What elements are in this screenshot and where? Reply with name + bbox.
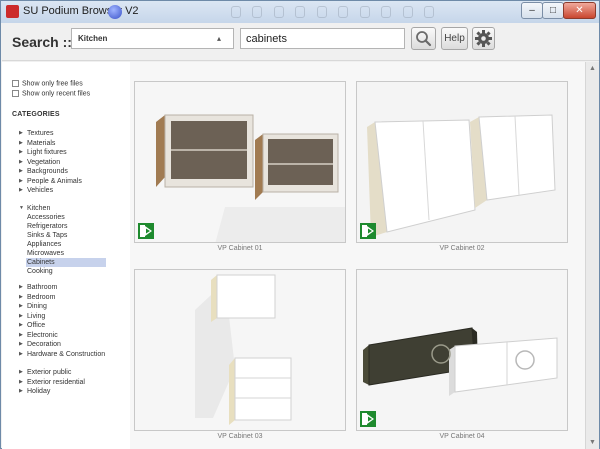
updown-arrows-icon: ▴ — [216, 34, 221, 43]
subcategory-cooking[interactable]: Cooking — [27, 267, 53, 276]
cabinet-03-render — [135, 270, 345, 430]
subcategory-refrigerators[interactable]: Refrigerators — [27, 222, 67, 231]
free-files-label: Show only free files — [22, 80, 83, 88]
expand-arrow-icon: ▶ — [19, 331, 23, 338]
thumbnail-label: VP Cabinet 04 — [439, 433, 485, 440]
close-button[interactable]: ✕ — [563, 2, 596, 19]
expand-arrow-icon: ▶ — [19, 388, 23, 394]
subcategory-appliances[interactable]: Appliances — [27, 240, 61, 249]
help-button[interactable]: Help — [441, 27, 468, 50]
faint-tool-icon — [338, 6, 349, 18]
expand-arrow-icon: ▶ — [19, 293, 23, 300]
expand-arrow-icon: ▶ — [19, 303, 23, 309]
search-label: Search :: — [12, 34, 72, 50]
search-button[interactable] — [411, 27, 436, 50]
podium-orb-icon — [108, 5, 122, 19]
browser-window: SU Podium Browser V2 – □ ✕ Search :: Kit… — [0, 0, 600, 449]
thumbnail-label: VP Cabinet 02 — [439, 245, 485, 252]
faint-tool-icon — [231, 6, 241, 18]
expand-arrow-icon: ▶ — [19, 341, 23, 347]
subcategory-sinks-taps[interactable]: Sinks & Taps — [27, 231, 67, 240]
faint-tool-icon — [295, 6, 306, 18]
collapse-arrow-icon: ▼ — [19, 205, 24, 211]
faint-tool-icon — [273, 6, 284, 18]
add-to-model-icon[interactable] — [360, 411, 376, 427]
faint-tool-icon — [252, 6, 263, 18]
expand-arrow-icon: ▶ — [19, 284, 23, 290]
expand-arrow-icon: ▶ — [19, 322, 23, 328]
thumbnail-vp-cabinet-02[interactable] — [356, 81, 568, 243]
thumbnail-vp-cabinet-04[interactable] — [356, 269, 568, 431]
title-bar[interactable]: SU Podium Browser V2 – □ ✕ — [1, 1, 599, 36]
search-input[interactable] — [240, 28, 405, 49]
app-logo-icon — [6, 5, 19, 18]
vertical-scrollbar[interactable]: ▲ ▼ — [585, 62, 599, 449]
thumbnail-vp-cabinet-01[interactable] — [134, 81, 346, 243]
checkbox-box[interactable] — [12, 80, 19, 87]
expand-arrow-icon: ▶ — [19, 130, 23, 136]
faint-tool-icon — [424, 6, 435, 18]
expand-arrow-icon: ▶ — [19, 158, 23, 165]
thumbnail-label: VP Cabinet 03 — [217, 433, 263, 440]
maximize-button[interactable]: □ — [542, 2, 564, 19]
category-panel: Show only free files Show only recent fi… — [2, 62, 130, 449]
expand-arrow-icon: ▶ — [19, 378, 23, 385]
add-to-model-icon[interactable] — [360, 223, 376, 239]
expand-arrow-icon: ▶ — [19, 312, 23, 319]
expand-arrow-icon: ▶ — [19, 177, 23, 184]
faint-tool-icon — [359, 6, 370, 18]
category-dropdown[interactable]: Kitchen ▴ — [71, 28, 234, 49]
cabinet-02-render — [357, 82, 567, 242]
categories-heading: CATEGORIES — [12, 111, 60, 118]
checkbox-box[interactable] — [12, 90, 19, 97]
subcategory-microwaves[interactable]: Microwaves — [27, 249, 64, 258]
category-dropdown-value: Kitchen — [78, 34, 108, 43]
minimize-button[interactable]: – — [521, 2, 543, 19]
scroll-down-arrow-icon[interactable]: ▼ — [589, 439, 596, 446]
magnifier-icon — [416, 31, 432, 47]
background-toolbar — [231, 5, 451, 36]
recent-files-label: Show only recent files — [22, 90, 91, 98]
expand-arrow-icon: ▶ — [19, 139, 23, 146]
gear-icon — [475, 30, 492, 47]
scroll-up-arrow-icon[interactable]: ▲ — [589, 65, 596, 72]
expand-arrow-icon: ▶ — [19, 187, 23, 193]
thumbnail-label: VP Cabinet 01 — [217, 245, 263, 252]
expand-arrow-icon: ▶ — [19, 350, 23, 357]
thumbnail-vp-cabinet-03[interactable] — [134, 269, 346, 431]
subcategory-accessories[interactable]: Accessories — [27, 213, 65, 222]
faint-tool-icon — [402, 6, 413, 18]
recent-files-checkbox[interactable]: Show only recent files — [12, 90, 90, 101]
expand-arrow-icon: ▶ — [19, 149, 23, 155]
expand-arrow-icon: ▶ — [19, 168, 23, 174]
cabinet-01-render — [135, 82, 345, 242]
expand-arrow-icon: ▶ — [19, 369, 23, 375]
faint-tool-icon — [316, 6, 327, 18]
faint-tool-icon — [381, 6, 392, 18]
subcategory-cabinets[interactable]: Cabinets — [26, 258, 106, 267]
settings-button[interactable] — [472, 27, 495, 50]
search-bar: Search :: Kitchen ▴ Help — [2, 23, 599, 61]
add-to-model-icon[interactable] — [138, 223, 154, 239]
cabinet-04-render — [357, 270, 567, 430]
